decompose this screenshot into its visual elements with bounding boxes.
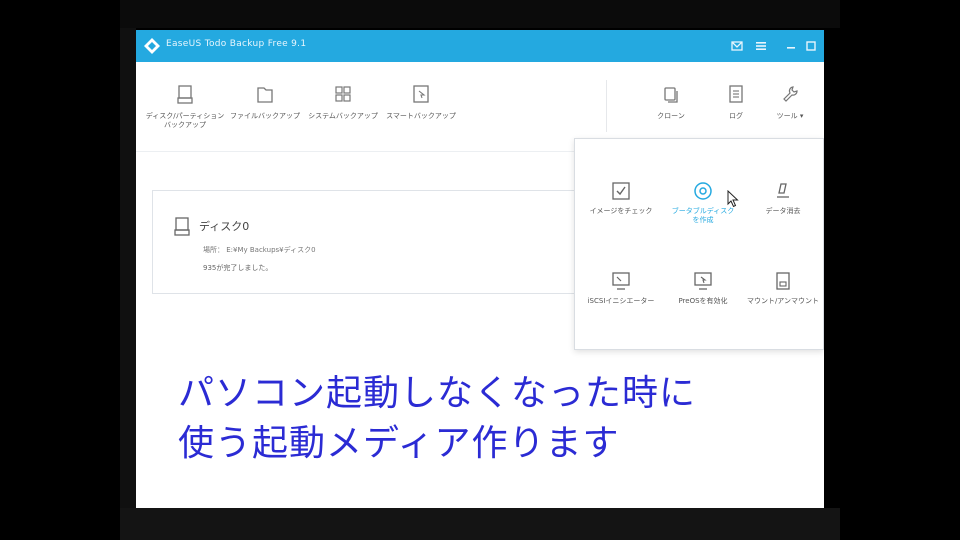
tool-label: ツール ▾ — [776, 112, 804, 120]
eraser-icon — [777, 183, 789, 198]
screen-bezel-left — [120, 28, 136, 508]
check-image-icon — [612, 182, 630, 200]
preos-icon — [694, 272, 712, 290]
disk-partition-backup-button[interactable]: ディスク/パーティション バックアップ — [140, 84, 230, 130]
app-title: EaseUS Todo Backup Free 9.1 — [166, 39, 307, 49]
mouse-cursor-icon — [727, 190, 739, 208]
caption-line-2: 使う起動メディア作ります — [178, 423, 620, 464]
disk-icon — [174, 217, 190, 236]
screen-bezel-bottom — [120, 508, 840, 540]
mount-icon — [776, 272, 790, 290]
menu-icon[interactable] — [754, 39, 768, 53]
tool-label: システムバックアップ — [308, 112, 378, 120]
iscsi-initiator-item[interactable]: iSCSIイニシエーター — [581, 271, 661, 306]
file-backup-button[interactable]: ファイルバックアップ — [220, 84, 310, 121]
toolbar-separator — [606, 80, 607, 132]
mount-unmount-item[interactable]: マウント/アンマウント — [743, 271, 823, 306]
caption-line-1: パソコン起動しなくなった時に — [178, 373, 697, 414]
tool-label: ディスク/パーティション バックアップ — [145, 112, 225, 129]
backup-name: ディスク0 — [199, 220, 250, 233]
tool-label: ファイルバックアップ — [230, 112, 300, 120]
backup-status: 935が完了しました。 — [203, 264, 273, 272]
cursor-box-icon — [413, 85, 429, 103]
minimize-icon[interactable] — [784, 39, 798, 53]
letterbox-right — [840, 0, 960, 540]
windows-icon — [335, 86, 351, 102]
backup-task-card[interactable]: ディスク0 場所： E:¥My Backups¥ディスク0 935が完了しました… — [152, 190, 622, 294]
bootable-disc-icon — [694, 182, 712, 200]
tools-dropdown-button[interactable]: ツール ▾ — [758, 84, 822, 121]
menu-item-label: イメージをチェック — [589, 207, 653, 215]
folder-icon — [257, 87, 273, 103]
menu-item-label: マウント/アンマウント — [746, 297, 820, 305]
log-icon — [729, 85, 743, 103]
iscsi-icon — [612, 272, 630, 290]
data-wipe-item[interactable]: データ消去 — [743, 181, 823, 216]
title-bar: EaseUS Todo Backup Free 9.1 — [136, 30, 824, 62]
wrench-icon — [783, 86, 798, 102]
menu-item-label: iSCSIイニシエーター — [587, 297, 655, 305]
app-logo-icon — [144, 38, 160, 54]
tool-label: スマートバックアップ — [386, 112, 456, 120]
mail-icon[interactable] — [730, 39, 744, 53]
tools-dropdown-menu: イメージをチェック ブータブルディスク を作成 データ消去 iSCSIイニシエー… — [574, 138, 824, 350]
clone-icon — [664, 87, 678, 103]
disk-icon — [177, 85, 193, 104]
check-image-item[interactable]: イメージをチェック — [581, 181, 661, 216]
screen-bezel-top — [120, 0, 840, 28]
enable-preos-item[interactable]: PreOSを有効化 — [663, 271, 743, 306]
maximize-icon[interactable] — [804, 39, 818, 53]
menu-item-label: ブータブルディスク を作成 — [671, 207, 735, 224]
menu-item-label: PreOSを有効化 — [678, 297, 728, 305]
menu-item-label: データ消去 — [765, 207, 801, 215]
backup-location: 場所： E:¥My Backups¥ディスク0 — [203, 246, 316, 254]
letterbox-left — [0, 0, 120, 540]
system-backup-button[interactable]: システムバックアップ — [298, 84, 388, 121]
smart-backup-button[interactable]: スマートバックアップ — [376, 84, 466, 121]
